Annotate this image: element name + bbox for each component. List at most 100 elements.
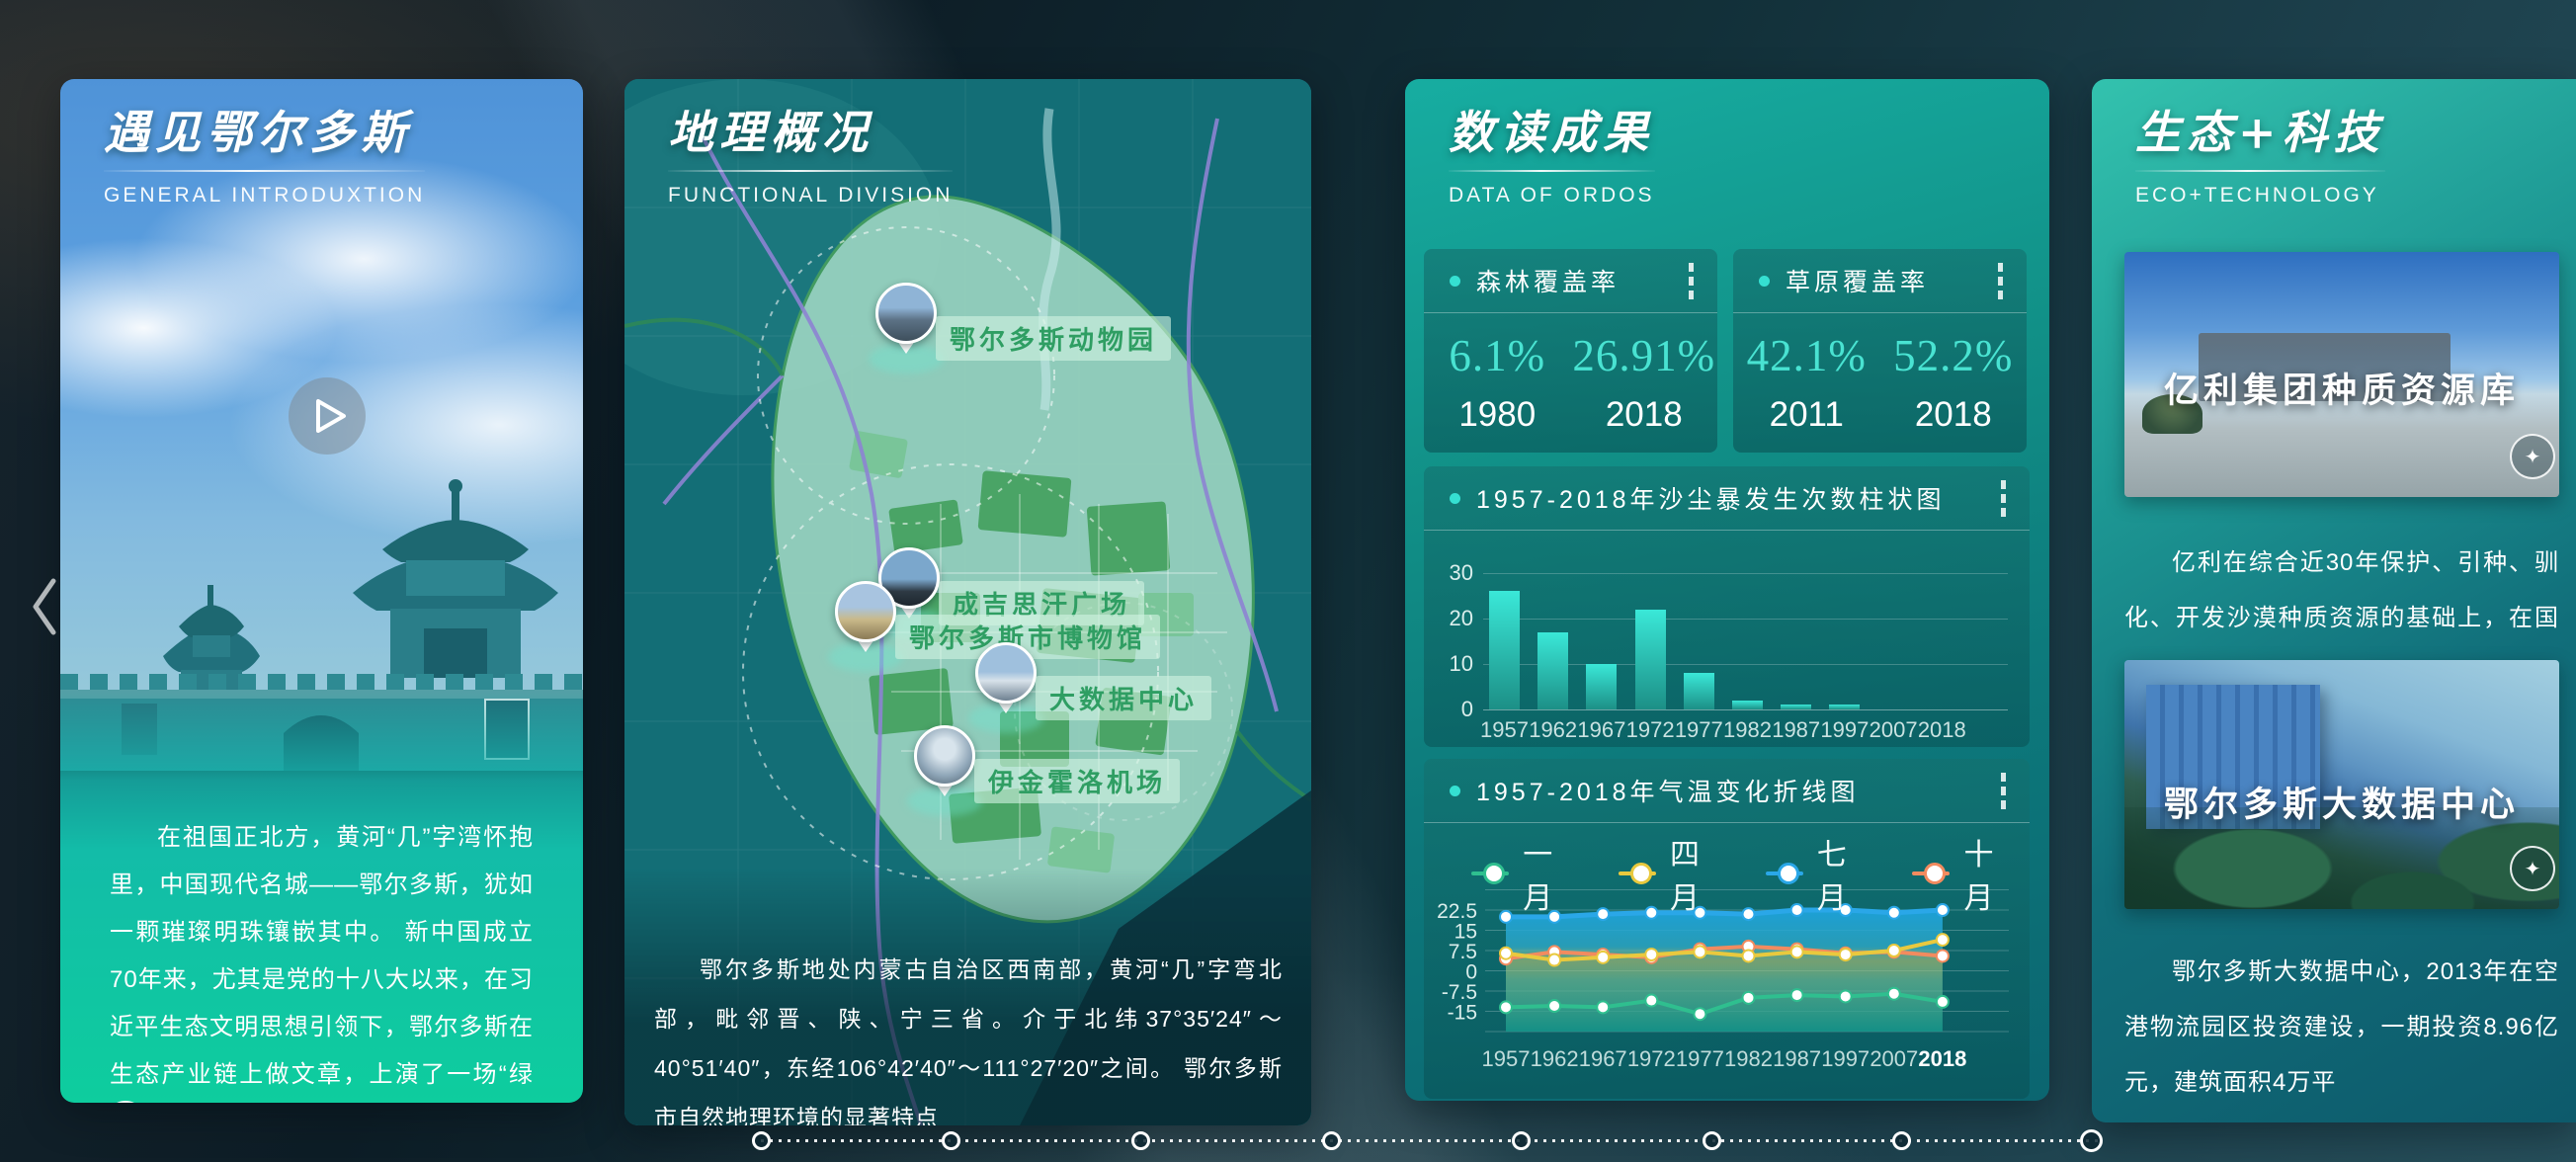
data-point [1597, 1001, 1609, 1013]
compass-icon[interactable]: ✦ [2510, 846, 2555, 891]
card-menu-icon[interactable] [1997, 476, 2010, 521]
y-axis-label-20: 20 [1428, 606, 1473, 631]
card-menu-icon[interactable] [1994, 259, 2007, 303]
timeline-dot-4[interactable] [1322, 1131, 1341, 1150]
panel-title: 地理概况 [668, 105, 953, 162]
bar-1962[interactable] [1537, 632, 1568, 709]
x-axis-label-1997: 1997 [1821, 1046, 1870, 1071]
bar-1967[interactable] [1586, 664, 1617, 709]
legend-item-十月[interactable]: 十月 [1912, 830, 2020, 917]
map-pin-鄂尔多斯动物园[interactable] [875, 283, 937, 344]
x-axis-label-2007: 2007 [1870, 1046, 1918, 1071]
pin-label: 伊金霍洛机场 [974, 759, 1180, 803]
temperature-area-fill [1506, 910, 1943, 1032]
x-axis-label-1962: 1962 [1531, 1046, 1579, 1071]
legend-dot-icon [1483, 863, 1505, 884]
card-menu-icon[interactable] [1685, 259, 1698, 303]
stat-value: 6.1% [1424, 330, 1571, 381]
chart-title: 1957-2018年气温变化折线图 [1476, 773, 1997, 808]
stat-values: 42.1%201152.2% 2018 [1733, 330, 2027, 435]
stat-value: 52.2% [1880, 330, 2028, 381]
legend-item-四月[interactable]: 四月 [1619, 830, 1726, 917]
bar-1997[interactable] [1829, 705, 1860, 709]
divider [1424, 822, 2030, 823]
chart-card-header: 1957-2018年气温变化折线图 [1424, 759, 2030, 822]
pin-label: 大数据中心 [1036, 676, 1211, 720]
legend-label: 七月 [1817, 830, 1873, 917]
map-pin-鄂尔多斯市博物馆[interactable] [835, 581, 896, 642]
data-point [1743, 950, 1755, 961]
data-point [1937, 934, 1949, 946]
panel-subtitle: ECO+TECHNOLOGY [2135, 184, 2385, 208]
timeline-dot-8[interactable] [2080, 1129, 2103, 1152]
stat-value-column: 42.1%2011 [1733, 330, 1880, 435]
gridline-y-0 [1483, 709, 2008, 710]
data-point [1743, 992, 1755, 1004]
chart-title: 1957-2018年沙尘暴发生次数柱状图 [1476, 480, 1997, 516]
map-pin-大数据中心[interactable] [975, 642, 1037, 704]
divider [1424, 312, 1717, 313]
data-point [1597, 952, 1609, 963]
bullet-dot-icon [1450, 276, 1460, 287]
map-paragraph: 鄂尔多斯地处内蒙古自治区西南部，黄河“几”字弯北部，毗邻晋、陕、宁三省。介于北纬… [654, 945, 1283, 1125]
timeline-dot-2[interactable] [942, 1131, 960, 1150]
y-axis-label-0: 0 [1428, 697, 1473, 722]
bar-1972[interactable] [1635, 610, 1666, 709]
stat-card-title: 森林覆盖率 [1476, 263, 1685, 298]
data-point [1500, 948, 1512, 959]
timeline-dot-1[interactable] [752, 1131, 771, 1150]
data-point [1937, 950, 1949, 961]
bar-1957[interactable] [1489, 591, 1520, 709]
gridline-y-20 [1483, 619, 2008, 620]
timeline-dot-6[interactable] [1703, 1131, 1721, 1150]
eco-photo-big-data-center[interactable]: 鄂尔多斯大数据中心 ✦ [2124, 660, 2559, 909]
panel-title: 遇见鄂尔多斯 [104, 105, 425, 162]
legend-item-七月[interactable]: 七月 [1766, 830, 1873, 917]
title-underline [2135, 170, 2385, 172]
x-axis-label-2018: 2018 [1911, 717, 1972, 743]
audio-play-button[interactable] [106, 1101, 145, 1103]
data-panel-header: 数读成果 DATA OF ORDOS [1449, 105, 1655, 208]
x-axis-label-1957: 1957 [1482, 1046, 1531, 1071]
title-underline [104, 170, 425, 172]
video-play-button[interactable] [289, 377, 366, 455]
card-menu-icon[interactable] [1997, 769, 2010, 813]
legend-marker-icon [1766, 872, 1803, 875]
legend-label: 四月 [1670, 830, 1726, 917]
panel-title: 数读成果 [1449, 105, 1655, 162]
timeline-dot-3[interactable] [1131, 1131, 1150, 1150]
map-pin-伊金霍洛机场[interactable] [914, 725, 975, 787]
eco-photo-germplasm-bank[interactable]: 亿利集团种质资源库 ✦ [2124, 252, 2559, 497]
data-point [1840, 949, 1852, 960]
stat-card-title: 草原覆盖率 [1786, 263, 1994, 298]
stat-values: 6.1%198026.91%2018 [1424, 330, 1717, 435]
carousel-prev-arrow[interactable] [28, 575, 61, 638]
legend-label: 十月 [1963, 830, 2020, 917]
panel-eco-technology: 生态+科技 ECO+TECHNOLOGY 亿利集团种质资源库 ✦ 亿利在综合近3… [2092, 79, 2576, 1122]
bar-1977[interactable] [1684, 673, 1714, 709]
stat-value-column: 26.91%2018 [1571, 330, 1718, 435]
data-point [1791, 946, 1803, 957]
bullet-dot-icon [1759, 276, 1770, 287]
timeline-dot-7[interactable] [1892, 1131, 1911, 1150]
data-point [1694, 1008, 1705, 1020]
stat-year: 2018 [1880, 395, 2028, 435]
photo-caption: 亿利集团种质资源库 [2124, 363, 2559, 413]
data-point [1548, 954, 1560, 966]
panel-general-introduction: 遇见鄂尔多斯 GENERAL INTRODUXTION 在祖国正北方，黄河“几”… [60, 79, 583, 1103]
data-point [1645, 995, 1657, 1007]
panel-title: 生态+科技 [2135, 105, 2385, 162]
panel-subtitle: FUNCTIONAL DIVISION [668, 184, 953, 208]
data-point [1500, 1001, 1512, 1013]
compass-icon[interactable]: ✦ [2510, 434, 2555, 479]
stat-value-column: 6.1%1980 [1424, 330, 1571, 435]
data-point [1888, 988, 1900, 1000]
data-point [1888, 945, 1900, 956]
bar-1987[interactable] [1781, 705, 1811, 709]
timeline-dot-5[interactable] [1512, 1131, 1531, 1150]
bar-1982[interactable] [1732, 701, 1763, 709]
bar-chart-plot: 3020100195719621967197219771982198719972… [1424, 561, 2030, 747]
legend-item-一月[interactable]: 一月 [1471, 830, 1579, 917]
data-point [1645, 949, 1657, 960]
stat-year: 2011 [1733, 395, 1880, 435]
